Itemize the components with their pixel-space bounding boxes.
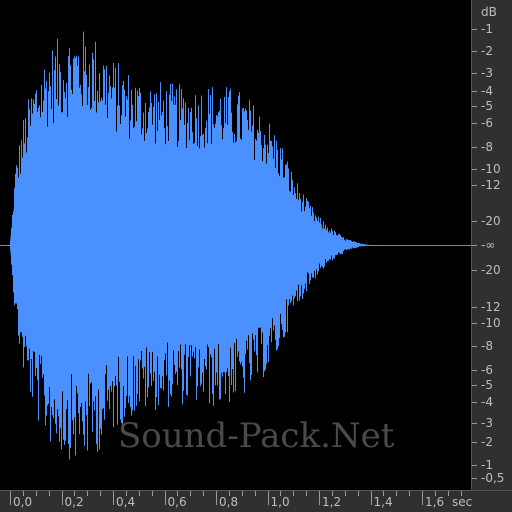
time-major-tick — [370, 491, 372, 505]
db-label: -5 — [481, 99, 493, 113]
time-minor-tick — [87, 491, 89, 496]
time-minor-tick — [396, 491, 398, 496]
db-tick — [472, 423, 477, 424]
db-label: -3 — [481, 416, 493, 430]
db-label: -6 — [481, 116, 493, 130]
db-tick — [472, 270, 477, 271]
db-tick — [472, 245, 477, 246]
db-tick — [472, 185, 477, 186]
time-major-tick — [113, 491, 114, 505]
db-tick — [472, 442, 477, 443]
time-minor-tick — [138, 491, 140, 496]
db-tick — [472, 221, 477, 222]
time-minor-tick — [35, 491, 37, 496]
db-tick — [472, 73, 477, 74]
db-tick — [472, 123, 477, 124]
db-tick — [472, 323, 477, 324]
db-tick — [472, 385, 477, 386]
db-label: -2 — [481, 435, 493, 449]
db-label: -6 — [481, 363, 493, 377]
db-label: -20 — [481, 263, 501, 277]
db-label: -12 — [481, 178, 501, 192]
time-minor-tick — [344, 491, 346, 496]
waveform-editor: dB -1 -2 -3 -4 -5 -6 -8 -10 -12 -20 -∞ -20 -12 -10 -8-… — [0, 0, 512, 512]
time-minor-tick — [151, 491, 153, 496]
db-label: -2 — [481, 44, 493, 58]
time-label: 0,6 — [167, 495, 187, 509]
time-label: 0,0 — [13, 495, 33, 509]
time-major-tick — [10, 491, 11, 505]
time-minor-tick — [241, 491, 243, 496]
time-label: 0,4 — [116, 495, 136, 509]
db-label: -8 — [481, 140, 493, 154]
time-major-tick — [216, 491, 217, 505]
time-minor-tick — [203, 491, 205, 496]
time-minor-tick — [48, 491, 50, 496]
db-label: -5 — [481, 378, 493, 392]
time-major-tick — [164, 491, 166, 505]
db-label: -0,5 — [481, 471, 505, 485]
db-label: -12 — [481, 300, 501, 314]
db-label: -4 — [481, 84, 493, 98]
db-tick — [472, 307, 477, 308]
db-tick — [472, 29, 477, 30]
time-minor-tick — [447, 491, 449, 496]
db-label: -1 — [481, 22, 493, 36]
time-minor-tick — [357, 491, 359, 496]
time-major-tick — [61, 491, 63, 505]
db-tick — [472, 370, 477, 371]
time-label: 0,8 — [219, 495, 239, 509]
db-tick — [472, 91, 477, 92]
db-label: -20 — [481, 214, 501, 228]
db-tick — [472, 106, 477, 107]
time-label: 1,0 — [270, 495, 290, 509]
time-minor-tick — [409, 491, 411, 496]
time-minor-tick — [254, 491, 256, 496]
db-label: -1 — [481, 458, 493, 472]
db-tick — [472, 402, 477, 403]
db-label: -3 — [481, 66, 493, 80]
db-label: -10 — [481, 162, 501, 176]
db-unit-label: dB — [481, 5, 497, 19]
db-label: -4 — [481, 395, 493, 409]
db-tick — [472, 169, 477, 170]
db-tick — [472, 147, 477, 148]
db-tick — [472, 465, 477, 466]
time-label: 1,2 — [322, 495, 342, 509]
time-ruler[interactable]: 0,0 0,2 0,4 0,6 0,8 1,0 1,2 1,4 1,6 sec — [0, 490, 512, 512]
db-label: -10 — [481, 316, 501, 330]
time-unit-label: sec — [452, 495, 473, 509]
time-minor-tick — [293, 491, 295, 496]
time-minor-tick — [190, 491, 192, 496]
watermark: Sound-Pack.Net — [118, 416, 395, 456]
time-major-tick — [267, 491, 269, 505]
db-tick — [472, 478, 477, 479]
db-scale-ruler: dB -1 -2 -3 -4 -5 -6 -8 -10 -12 -20 -∞ -20 -12 -10 -8-… — [471, 0, 512, 490]
time-major-tick — [319, 491, 320, 505]
db-tick — [472, 346, 477, 347]
time-label: 1,4 — [373, 495, 393, 509]
time-minor-tick — [306, 491, 308, 496]
time-minor-tick — [100, 491, 102, 496]
db-tick — [472, 51, 477, 52]
time-label: 1,6 — [425, 495, 445, 509]
time-label: 0,2 — [64, 495, 84, 509]
db-label: -∞ — [481, 238, 496, 252]
time-major-tick — [422, 491, 423, 505]
db-label: -8 — [481, 339, 493, 353]
